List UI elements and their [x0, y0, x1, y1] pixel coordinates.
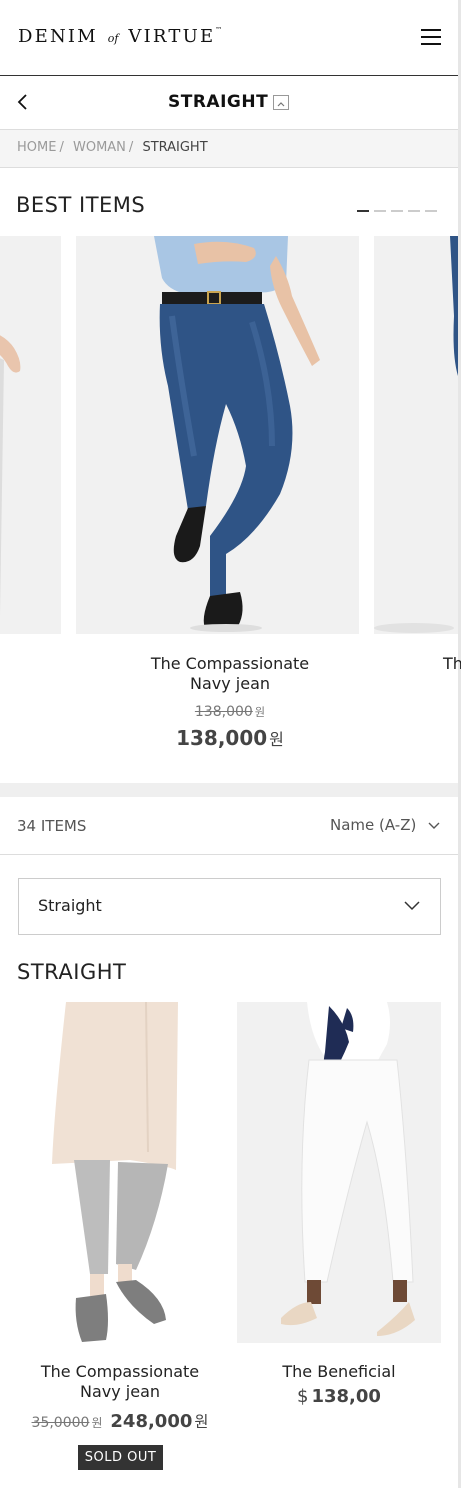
product-name-line: The Compassionate	[150, 654, 310, 673]
breadcrumb-separator: /	[128, 140, 134, 155]
pager-dot[interactable]	[357, 210, 369, 212]
pager-dot[interactable]	[425, 210, 437, 212]
product-name-line: Navy jean	[189, 674, 271, 693]
carousel-product-name[interactable]: The Compassionate Navy jean	[90, 654, 370, 694]
carousel-slide-prev-image[interactable]	[0, 236, 61, 634]
sale-price: 248,000 원	[110, 1411, 208, 1432]
currency-symbol: $	[297, 1386, 309, 1407]
chevron-up-icon[interactable]	[273, 95, 289, 110]
carousel-sale-price: 138,000 원	[90, 726, 370, 750]
breadcrumb-separator: /	[59, 140, 64, 155]
section-divider	[0, 783, 458, 797]
original-price: 35,0000 원	[32, 1415, 103, 1431]
price-value: 138,00	[311, 1386, 381, 1407]
product-prices: 35,0000 원 248,000 원	[18, 1410, 222, 1432]
currency-unit: 원	[254, 706, 266, 719]
item-count: 34 ITEMS	[17, 817, 87, 835]
menu-icon[interactable]	[421, 29, 441, 45]
breadcrumb-woman[interactable]: WOMAN	[73, 140, 126, 155]
chevron-down-icon	[428, 822, 440, 829]
logo-word-of: of	[107, 32, 119, 45]
product-image[interactable]	[237, 1002, 441, 1343]
product-image[interactable]	[18, 1002, 222, 1343]
carousel-slide-next-image[interactable]	[374, 236, 458, 634]
logo-word-virtue: VIRTUE	[128, 26, 216, 47]
sale-price-value: 248,000	[110, 1411, 193, 1432]
currency-unit: 원	[269, 730, 284, 749]
currency-unit: 원	[194, 1413, 209, 1431]
category-filter-value: Straight	[38, 896, 102, 915]
carousel-original-price: 138,000 원	[90, 704, 370, 720]
sale-price-value: 138,000	[176, 726, 268, 750]
category-filter-select[interactable]: Straight	[18, 878, 441, 935]
pager-dot[interactable]	[391, 210, 403, 212]
sort-value: Name (A-Z)	[330, 816, 417, 834]
breadcrumb-current: STRAIGHT	[142, 140, 208, 155]
listing-toolbar: 34 ITEMS Name (A-Z)	[0, 797, 458, 855]
pager-dot[interactable]	[374, 210, 386, 212]
sold-out-overlay	[18, 1002, 222, 1343]
chevron-down-icon	[404, 901, 420, 911]
back-arrow-icon[interactable]	[14, 91, 36, 113]
carousel-next-product-name[interactable]: Th	[443, 654, 461, 673]
breadcrumb: HOME / WOMAN / STRAIGHT	[0, 130, 458, 168]
product-price: $138,00	[237, 1386, 441, 1407]
product-name-line: The Compassionate	[40, 1362, 200, 1381]
breadcrumb-home[interactable]: HOME	[17, 140, 56, 155]
brand-logo[interactable]: DENIM of VIRTUE™	[18, 26, 222, 47]
sold-out-badge: SOLD OUT	[78, 1445, 163, 1470]
best-items-title: BEST ITEMS	[16, 193, 146, 217]
logo-trademark: ™	[215, 26, 223, 34]
page-title: STRAIGHT	[168, 92, 269, 112]
original-price-value: 35,0000	[31, 1415, 90, 1431]
sort-dropdown[interactable]: Name (A-Z)	[330, 816, 441, 834]
product-name-line: Navy jean	[79, 1382, 161, 1401]
category-header: STRAIGHT	[0, 76, 458, 130]
carousel-slide-image[interactable]	[76, 236, 359, 634]
product-name[interactable]: The Compassionate Navy jean	[18, 1362, 222, 1402]
carousel-pager	[357, 210, 437, 212]
logo-word-denim: DENIM	[18, 26, 98, 47]
product-name[interactable]: The Beneficial	[237, 1362, 441, 1382]
currency-unit: 원	[91, 1416, 103, 1430]
section-title: STRAIGHT	[17, 960, 127, 984]
pager-dot[interactable]	[408, 210, 420, 212]
site-header: DENIM of VIRTUE™	[0, 0, 458, 76]
original-price-value: 138,000	[194, 704, 253, 720]
